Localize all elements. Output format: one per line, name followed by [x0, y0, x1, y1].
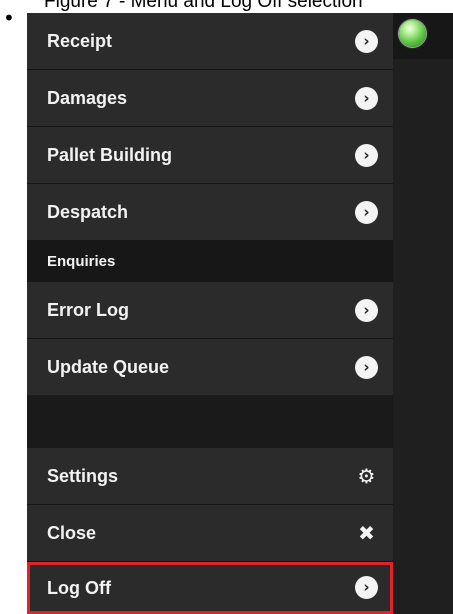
figure-caption-text: Figure 7 - Menu and Log Off selection: [44, 0, 363, 12]
chevron-right-icon: ›: [355, 201, 378, 224]
menu-item-label: Close: [47, 523, 97, 543]
menu-item-despatch[interactable]: Despatch ›: [27, 184, 393, 241]
section-header-enquiries: Enquiries: [27, 241, 393, 282]
menu-item-error-log[interactable]: Error Log ›: [27, 282, 393, 339]
menu-item-label: Despatch: [47, 202, 129, 222]
close-icon: ✖: [358, 521, 375, 545]
menu-item-close[interactable]: Close ✖: [27, 505, 393, 562]
menu-item-label: Settings: [47, 466, 119, 486]
menu-item-label: Receipt: [47, 31, 113, 51]
menu-item-update-queue[interactable]: Update Queue ›: [27, 339, 393, 396]
chevron-right-icon: ›: [355, 87, 378, 110]
menu-item-pallet-building[interactable]: Pallet Building ›: [27, 127, 393, 184]
chevron-right-icon: ›: [355, 576, 378, 599]
gear-icon: ⚙: [357, 464, 376, 488]
chevron-right-icon: ›: [355, 356, 378, 379]
app-screen: Receipt › Damages › Pallet Building › De…: [27, 13, 453, 614]
chevron-right-icon: ›: [355, 144, 378, 167]
figure-caption: Figure 7 - Menu and Log Off selection: [0, 0, 453, 13]
menu-item-damages[interactable]: Damages ›: [27, 70, 393, 127]
menu-item-log-off[interactable]: Log Off ›: [27, 562, 393, 614]
menu-item-label: Error Log: [47, 300, 130, 320]
menu-item-settings[interactable]: Settings ⚙: [27, 448, 393, 505]
menu-item-label: Pallet Building: [47, 145, 173, 165]
navigation-menu: Receipt › Damages › Pallet Building › De…: [27, 13, 393, 614]
chevron-right-icon: ›: [355, 30, 378, 53]
bullet-marker: •: [3, 6, 15, 30]
menu-item-label: Damages: [47, 88, 128, 108]
menu-item-label: Log Off: [47, 578, 111, 598]
menu-item-receipt[interactable]: Receipt ›: [27, 13, 393, 70]
menu-item-label: Update Queue: [47, 357, 170, 377]
section-header-label: Enquiries: [47, 253, 116, 270]
status-indicator-icon: [399, 20, 426, 47]
chevron-right-icon: ›: [355, 299, 378, 322]
menu-spacer: [27, 395, 393, 448]
